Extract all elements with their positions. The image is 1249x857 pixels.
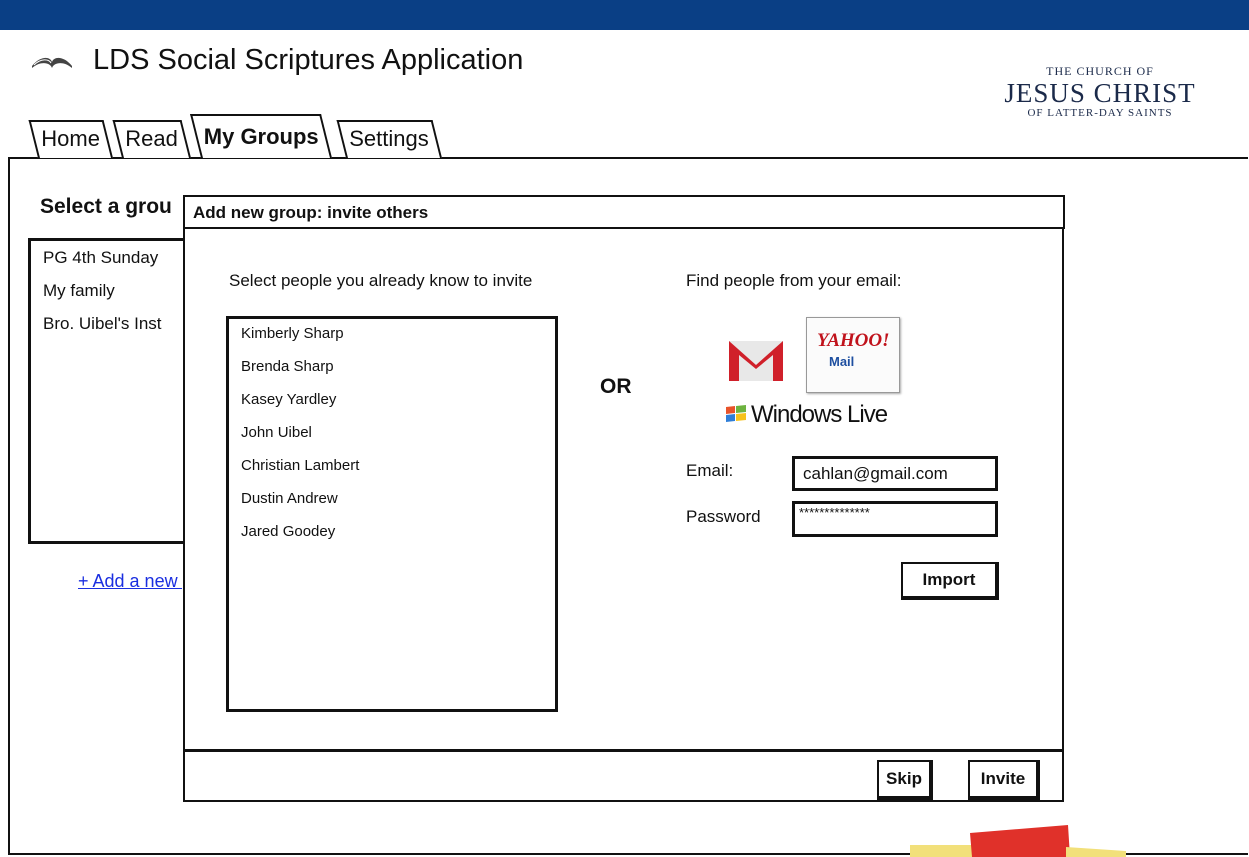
tab-settings[interactable]: Settings [336, 120, 442, 158]
find-people-prompt: Find people from your email: [686, 271, 902, 290]
email-label: Email: [686, 461, 734, 480]
yahoo-mail-text: Mail [829, 354, 855, 369]
list-item[interactable]: Christian Lambert [229, 455, 555, 488]
dialog-body: Select people you already know to invite… [183, 229, 1064, 751]
dialog-footer: Skip Invite [183, 750, 1064, 802]
tab-read[interactable]: Read [112, 120, 191, 158]
sticky-note-decoration [910, 825, 1126, 857]
invite-dialog: Add new group: invite others Select peop… [183, 195, 1066, 802]
app-title: LDS Social Scriptures Application [93, 44, 524, 76]
skip-button[interactable]: Skip [877, 760, 933, 800]
select-people-prompt: Select people you already know to invite [229, 271, 533, 290]
church-logo-line3: OF LATTER-DAY SAINTS [1027, 107, 1173, 119]
dialog-title: Add new group: invite others [193, 203, 429, 222]
yahoo-logo-text: YAHOO! [817, 330, 890, 351]
windows-live-icon[interactable]: Windows Live [725, 401, 888, 429]
invite-button[interactable]: Invite [968, 760, 1040, 800]
group-item[interactable]: PG 4th Sunday [31, 241, 198, 274]
password-label: Password [686, 507, 761, 526]
list-item[interactable]: Dustin Andrew [229, 488, 555, 521]
list-item[interactable]: Kimberly Sharp [229, 323, 555, 356]
group-item[interactable]: My family [31, 274, 198, 307]
church-logo-line1: THE CHURCH OF [1046, 64, 1154, 78]
list-item[interactable]: Jared Goodey [229, 521, 555, 554]
list-item[interactable]: Brenda Sharp [229, 356, 555, 389]
yahoo-mail-icon[interactable]: YAHOO! Mail [806, 317, 900, 393]
group-list: PG 4th Sunday My family Bro. Uibel's Ins… [28, 238, 198, 544]
top-banner [0, 0, 1249, 30]
tab-my-groups[interactable]: My Groups [190, 114, 332, 158]
people-list: Kimberly Sharp Brenda Sharp Kasey Yardle… [226, 316, 558, 712]
church-logo: THE CHURCH OF JESUS CHRIST OF LATTER-DAY… [990, 64, 1210, 119]
tab-home[interactable]: Home [28, 120, 113, 158]
add-new-group-link[interactable]: + Add a new group [78, 571, 183, 592]
list-item[interactable]: Kasey Yardley [229, 389, 555, 422]
scripture-book-icon [32, 57, 72, 68]
password-field[interactable]: ************** [792, 501, 998, 537]
gmail-icon[interactable] [727, 335, 785, 385]
or-separator: OR [600, 375, 632, 398]
select-group-heading: Select a grou [40, 195, 172, 218]
import-button[interactable]: Import [901, 562, 999, 600]
church-logo-line2: JESUS CHRIST [1004, 78, 1196, 108]
email-field[interactable]: cahlan@gmail.com [792, 456, 998, 491]
windows-live-text: Windows Live [751, 401, 888, 428]
group-item[interactable]: Bro. Uibel's Inst [31, 307, 198, 340]
windows-flag-icon [726, 405, 746, 422]
list-item[interactable]: John Uibel [229, 422, 555, 455]
dialog-title-bar: Add new group: invite others [183, 195, 1065, 229]
